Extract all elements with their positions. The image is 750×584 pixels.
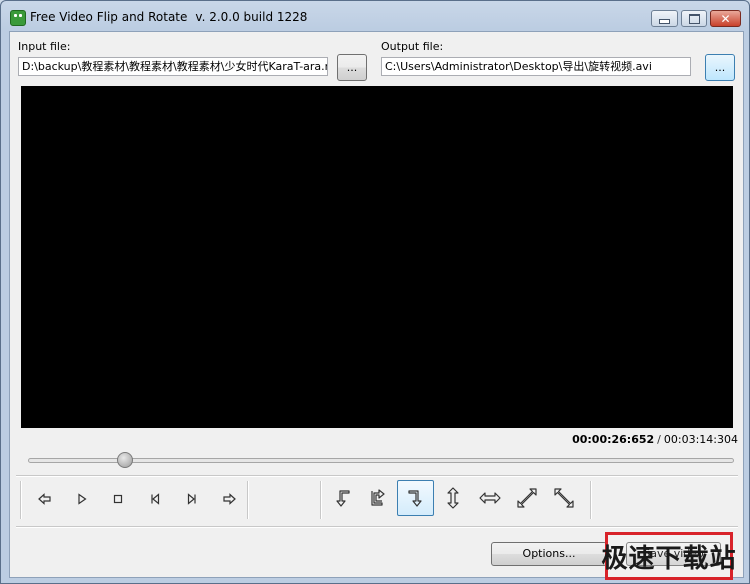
minimize-button[interactable] — [651, 10, 678, 27]
divider — [20, 481, 22, 519]
app-window: Free Video Flip and Rotate v. 2.0.0 build… — [0, 0, 750, 584]
app-version: v. 2.0.0 build 1228 — [195, 10, 308, 24]
close-button[interactable]: ✕ — [710, 10, 741, 27]
step-back-button[interactable] — [32, 486, 58, 512]
watermark: 极速下载站 — [602, 532, 736, 580]
app-name: Free Video Flip and Rotate — [30, 10, 188, 24]
seek-slider[interactable] — [28, 458, 734, 463]
input-file-label: Input file: — [18, 40, 71, 53]
diagonal-flip-button[interactable] — [512, 482, 542, 514]
options-button[interactable]: Options... — [491, 542, 607, 566]
main-panel: Input file: D:\backup\教程素材\教程素材\教程素材\少女时… — [9, 31, 744, 578]
step-forward-icon — [223, 493, 236, 505]
step-forward-button[interactable] — [216, 486, 242, 512]
flip-vertical-icon — [447, 487, 459, 509]
watermark-text: 极速下载站 — [601, 543, 737, 574]
next-frame-icon — [187, 493, 196, 505]
app-icon — [10, 10, 26, 26]
video-preview — [21, 86, 733, 428]
stop-icon — [113, 494, 123, 504]
current-time: 00:00:26:652 — [572, 433, 655, 446]
divider — [247, 481, 249, 519]
flip-vertical-button[interactable] — [438, 482, 468, 514]
output-file-field[interactable]: C:\Users\Administrator\Desktop\导出\旋转视频.a… — [381, 57, 691, 76]
minimize-icon — [659, 19, 670, 24]
input-file-field[interactable]: D:\backup\教程素材\教程素材\教程素材\少女时代KaraT-ara.m… — [18, 57, 328, 76]
window-title: Free Video Flip and Rotate v. 2.0.0 build… — [30, 10, 307, 24]
rotate-down-right-icon — [407, 490, 422, 507]
play-button[interactable] — [69, 486, 95, 512]
prev-frame-icon — [151, 493, 160, 505]
rotate-right-button[interactable] — [364, 482, 394, 514]
stop-button[interactable] — [105, 486, 131, 512]
input-browse-button[interactable]: ... — [337, 54, 367, 81]
anti-diagonal-flip-button[interactable] — [549, 482, 579, 514]
rotate-left-button[interactable] — [327, 482, 357, 514]
rotate-right-icon — [371, 489, 385, 506]
divider — [320, 481, 322, 519]
output-browse-button[interactable]: ... — [705, 54, 735, 81]
divider — [16, 526, 738, 528]
divider — [590, 481, 592, 519]
seek-slider-thumb[interactable] — [116, 452, 133, 468]
next-frame-button[interactable] — [179, 486, 205, 512]
divider — [16, 475, 738, 477]
time-separator: / — [657, 433, 661, 446]
rotate-down-right-button[interactable] — [397, 480, 434, 516]
step-back-icon — [38, 493, 51, 505]
prev-frame-button[interactable] — [142, 486, 168, 512]
rotate-left-icon — [336, 490, 350, 507]
play-icon — [78, 493, 87, 505]
diagonal-flip-icon — [517, 488, 537, 508]
title-bar[interactable]: Free Video Flip and Rotate v. 2.0.0 build… — [1, 1, 749, 31]
output-file-label: Output file: — [381, 40, 444, 53]
close-icon: ✕ — [720, 11, 731, 26]
time-display: 00:00:26:652/00:03:14:304 — [572, 433, 738, 446]
anti-diagonal-flip-icon — [554, 488, 574, 508]
total-time: 00:03:14:304 — [663, 433, 738, 446]
flip-horizontal-button[interactable] — [475, 482, 505, 514]
maximize-button[interactable] — [681, 10, 707, 27]
maximize-icon — [688, 13, 700, 24]
flip-horizontal-icon — [479, 492, 501, 504]
